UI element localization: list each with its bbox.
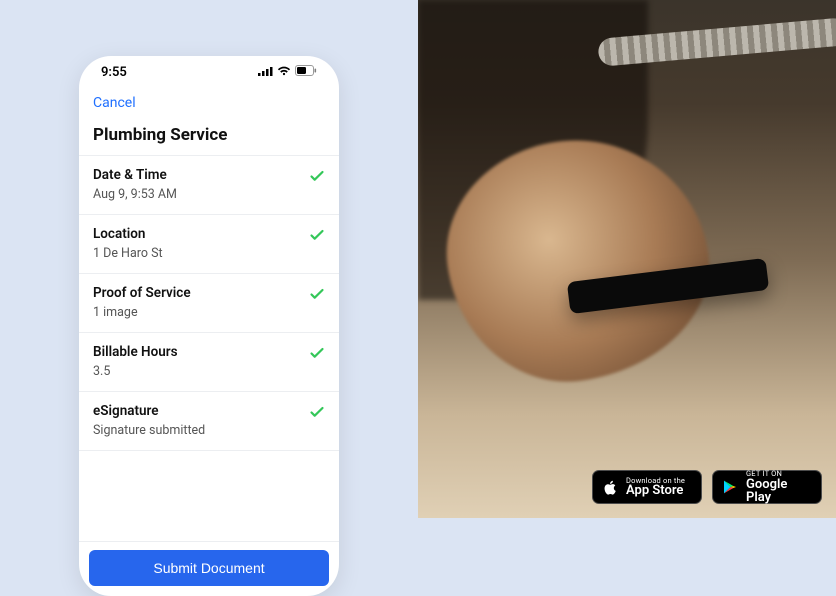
field-label: eSignature [93, 403, 325, 419]
field-value: 1 image [93, 305, 325, 320]
field-proof-of-service[interactable]: Proof of Service 1 image [79, 273, 339, 332]
field-label: Proof of Service [93, 285, 325, 301]
google-play-icon [721, 478, 739, 496]
page-title: Plumbing Service [79, 119, 339, 155]
battery-icon [295, 65, 317, 80]
marketing-left-panel: 9:55 Cancel Plumbing Service Date & Time… [0, 0, 418, 518]
status-time: 9:55 [101, 65, 127, 80]
submit-button[interactable]: Submit Document [89, 550, 329, 586]
google-play-badge[interactable]: GET IT ON Google Play [712, 470, 822, 504]
field-value: 1 De Haro St [93, 246, 325, 261]
badge-text: Download on the App Store [626, 477, 685, 498]
cellular-icon [258, 65, 273, 80]
field-label: Date & Time [93, 167, 325, 183]
marketing-photo: Download on the App Store GET IT ON Goog… [418, 0, 836, 518]
field-esignature[interactable]: eSignature Signature submitted [79, 391, 339, 451]
phone-mockup: 9:55 Cancel Plumbing Service Date & Time… [79, 56, 339, 596]
check-icon [309, 286, 325, 302]
badge-bottom-line: Google Play [746, 478, 813, 504]
check-icon [309, 345, 325, 361]
badge-text: GET IT ON Google Play [746, 470, 813, 504]
field-value: Aug 9, 9:53 AM [93, 187, 325, 202]
apple-icon [601, 478, 619, 496]
badge-bottom-line: App Store [626, 484, 685, 497]
wifi-icon [277, 65, 291, 80]
status-indicators [258, 65, 317, 80]
submit-bar: Submit Document [79, 541, 339, 596]
field-datetime[interactable]: Date & Time Aug 9, 9:53 AM [79, 155, 339, 214]
store-badges: Download on the App Store GET IT ON Goog… [592, 470, 822, 504]
status-bar: 9:55 [79, 56, 339, 88]
field-location[interactable]: Location 1 De Haro St [79, 214, 339, 273]
field-value: Signature submitted [93, 423, 325, 438]
field-value: 3.5 [93, 364, 325, 379]
check-icon [309, 227, 325, 243]
field-billable-hours[interactable]: Billable Hours 3.5 [79, 332, 339, 391]
field-label: Location [93, 226, 325, 242]
field-label: Billable Hours [93, 344, 325, 360]
check-icon [309, 404, 325, 420]
nav-bar: Cancel [79, 88, 339, 119]
check-icon [309, 168, 325, 184]
form-field-list: Date & Time Aug 9, 9:53 AM Location 1 De… [79, 155, 339, 541]
cancel-button[interactable]: Cancel [93, 95, 136, 111]
app-store-badge[interactable]: Download on the App Store [592, 470, 702, 504]
